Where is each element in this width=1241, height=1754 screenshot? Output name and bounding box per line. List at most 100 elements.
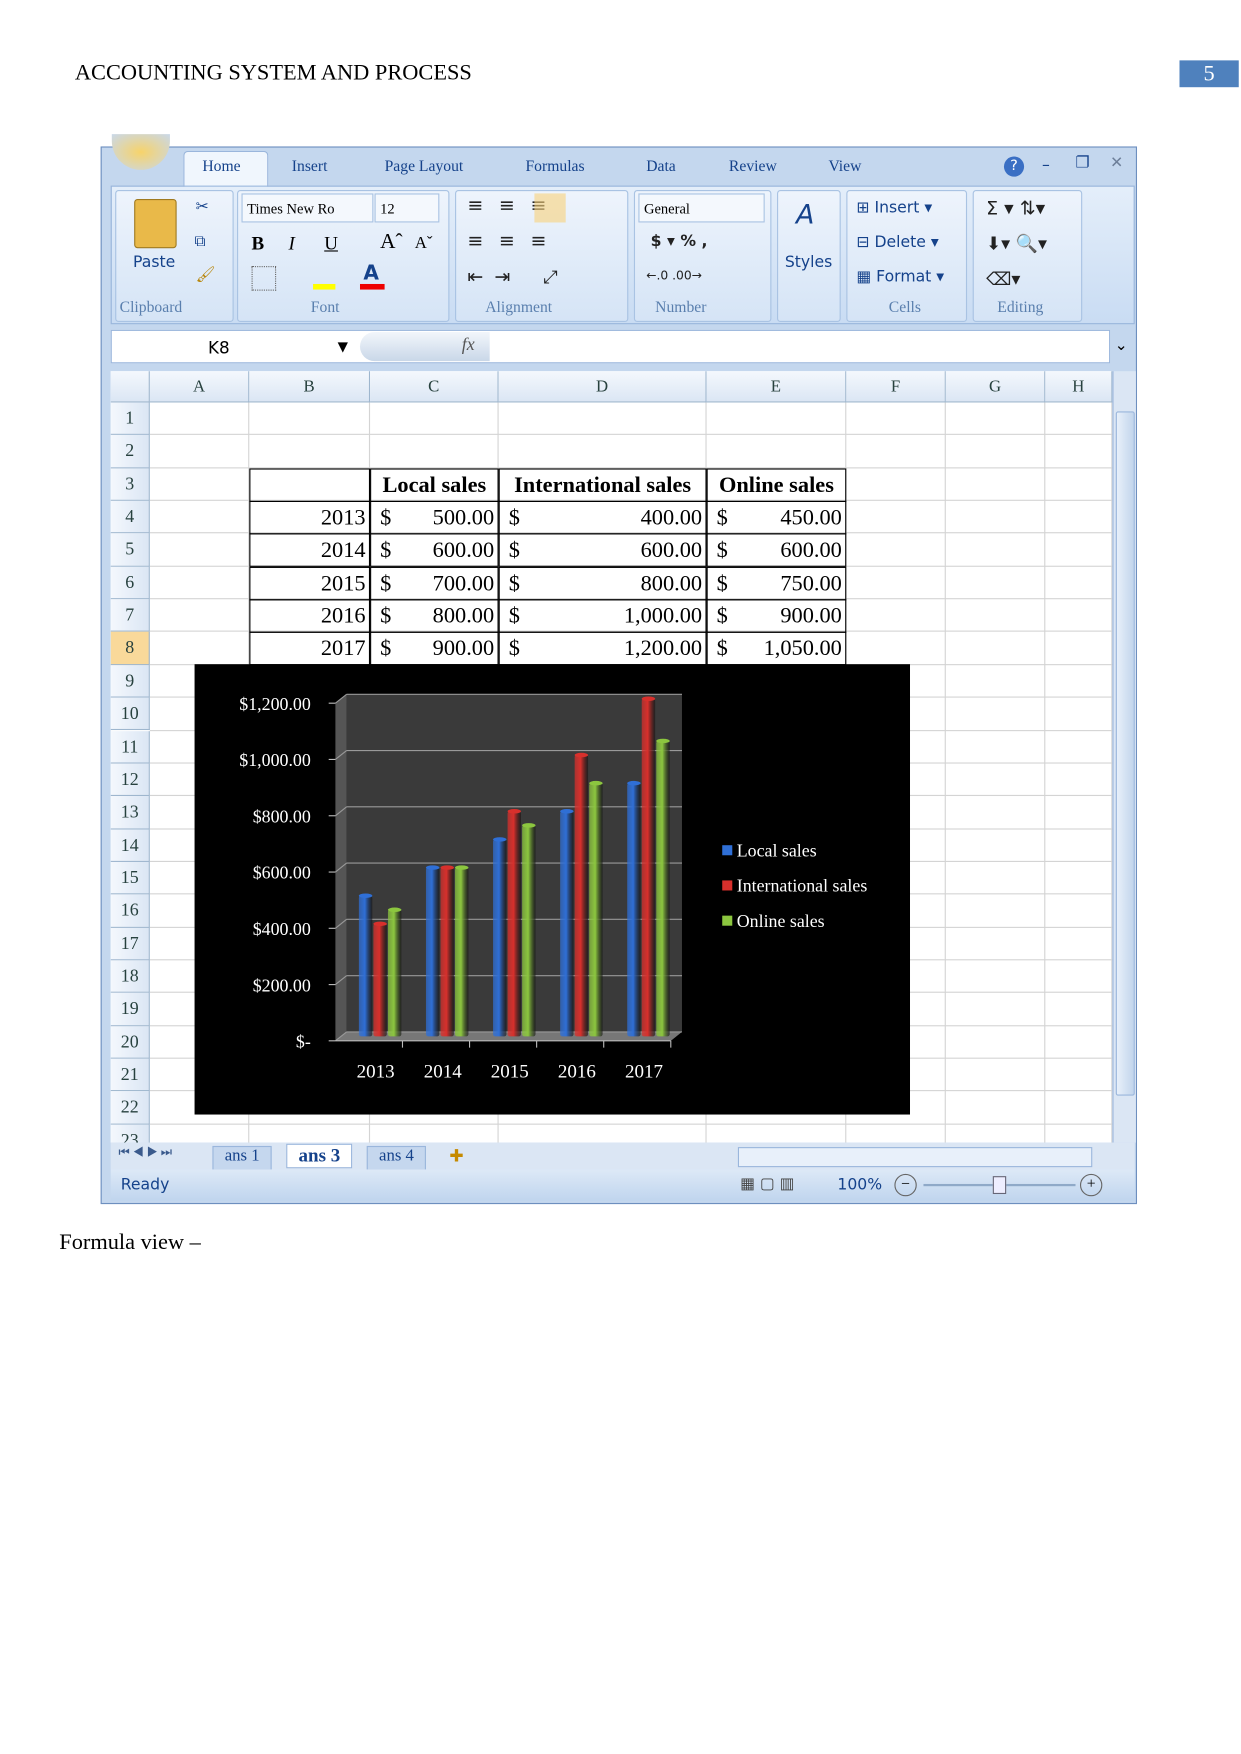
paste-icon[interactable]: [134, 199, 177, 249]
year-cell[interactable]: 2015: [249, 566, 371, 601]
row-header-3[interactable]: 3: [110, 468, 150, 501]
row-header-4[interactable]: 4: [110, 500, 150, 534]
restore-icon[interactable]: ❐: [1076, 154, 1090, 172]
number-format-select[interactable]: General: [638, 193, 765, 223]
row-header-7[interactable]: 7: [110, 599, 150, 633]
bold-button[interactable]: B: [252, 233, 265, 255]
row-header-22[interactable]: 22: [110, 1091, 150, 1125]
column-header-A[interactable]: A: [149, 371, 250, 403]
insert-function-button[interactable]: fx: [462, 335, 475, 355]
sales-cell[interactable]: $900.00: [370, 632, 499, 666]
column-header-F[interactable]: F: [846, 371, 946, 403]
row-header-16[interactable]: 16: [110, 894, 150, 928]
tab-review[interactable]: Review: [729, 159, 777, 177]
sales-cell[interactable]: $800.00: [370, 599, 499, 633]
orientation-icon[interactable]: ⤢: [543, 266, 557, 288]
row-header-13[interactable]: 13: [110, 796, 150, 830]
formula-input[interactable]: [492, 333, 1107, 360]
sales-cell[interactable]: $600.00: [370, 533, 499, 568]
font-name-select[interactable]: Times New Ro: [241, 193, 374, 223]
vertical-scrollbar[interactable]: [1112, 371, 1136, 1143]
sales-cell[interactable]: $1,050.00: [706, 632, 847, 666]
zoom-level[interactable]: 100%: [837, 1176, 882, 1194]
sales-cell[interactable]: $450.00: [706, 500, 847, 535]
sales-cell[interactable]: $600.00: [706, 533, 847, 568]
horizontal-scrollbar[interactable]: [737, 1147, 1093, 1168]
row-header-8[interactable]: 8: [110, 632, 150, 665]
format-painter-icon[interactable]: 🖌: [196, 266, 216, 284]
year-cell[interactable]: 2014: [249, 533, 371, 568]
copy-icon[interactable]: ⧉: [195, 233, 206, 251]
table-header[interactable]: Local sales: [370, 468, 499, 502]
styles-button[interactable]: Styles: [785, 254, 832, 272]
row-header-2[interactable]: 2: [110, 435, 150, 469]
sales-chart[interactable]: $- $200.00 $400.00 $600.00 $800.00 $1,000.00 $…: [194, 664, 911, 1115]
row-header-11[interactable]: 11: [110, 730, 150, 764]
styles-icon[interactable]: A: [796, 199, 814, 230]
column-header-H[interactable]: H: [1045, 371, 1113, 403]
sales-cell[interactable]: $400.00: [498, 500, 707, 535]
row-header-23[interactable]: 23: [110, 1124, 150, 1143]
font-color-icon[interactable]: A: [363, 262, 379, 285]
row-header-17[interactable]: 17: [110, 927, 150, 961]
sheet-tab-ans-3[interactable]: ans 3: [286, 1143, 353, 1169]
cut-icon[interactable]: ✂: [196, 198, 209, 216]
row-header-18[interactable]: 18: [110, 960, 150, 994]
zoom-slider[interactable]: − +: [894, 1173, 1106, 1197]
help-icon[interactable]: ?: [1003, 156, 1025, 177]
row-header-15[interactable]: 15: [110, 861, 150, 895]
sales-cell[interactable]: $1,000.00: [498, 599, 707, 633]
name-box-dropdown-icon[interactable]: ▼: [338, 339, 348, 355]
sales-cell[interactable]: $500.00: [370, 500, 499, 535]
borders-icon[interactable]: [251, 266, 277, 291]
format-cells-button[interactable]: ▦ Format ▾: [856, 268, 944, 286]
fill-color-icon[interactable]: [313, 283, 336, 290]
row-header-5[interactable]: 5: [110, 533, 150, 567]
font-size-select[interactable]: 12: [374, 193, 440, 223]
tab-data[interactable]: Data: [646, 159, 676, 177]
delete-cells-button[interactable]: ⊟ Delete ▾: [856, 234, 938, 252]
tab-formulas[interactable]: Formulas: [525, 159, 584, 177]
insert-sheet-icon[interactable]: ✚: [449, 1146, 463, 1168]
select-all-button[interactable]: [110, 371, 150, 403]
sales-cell[interactable]: $750.00: [706, 566, 847, 601]
horizontal-align-buttons[interactable]: ≡≡≡: [467, 230, 562, 252]
table-header[interactable]: International sales: [498, 468, 707, 502]
paste-button[interactable]: Paste: [133, 254, 175, 272]
underline-button[interactable]: U: [324, 233, 338, 255]
row-header-21[interactable]: 21: [110, 1058, 150, 1092]
sales-cell[interactable]: $1,200.00: [498, 632, 707, 666]
expand-formula-bar-icon[interactable]: ⌄: [1115, 337, 1128, 355]
column-header-E[interactable]: E: [706, 371, 847, 403]
sales-cell[interactable]: $700.00: [370, 566, 499, 601]
indent-buttons[interactable]: ⇤⇥: [467, 266, 521, 288]
column-header-D[interactable]: D: [498, 371, 707, 403]
year-cell[interactable]: 2017: [249, 632, 371, 666]
row-header-1[interactable]: 1: [110, 402, 150, 436]
view-buttons[interactable]: ▦ ▢ ▥: [740, 1175, 794, 1193]
grow-font-button[interactable]: Aˆ: [380, 230, 402, 255]
year-cell[interactable]: 2013: [249, 500, 371, 535]
clear-icon[interactable]: ⌫▾: [986, 268, 1020, 289]
row-header-12[interactable]: 12: [110, 763, 150, 797]
minimize-icon[interactable]: –: [1042, 157, 1050, 175]
shrink-font-button[interactable]: Aˇ: [415, 235, 433, 254]
column-header-G[interactable]: G: [945, 371, 1046, 403]
tab-home[interactable]: Home: [202, 159, 240, 177]
row-header-10[interactable]: 10: [110, 697, 150, 731]
italic-button[interactable]: I: [288, 233, 294, 255]
scroll-thumb[interactable]: [1115, 411, 1135, 1096]
decimal-buttons[interactable]: ←.0 .00→: [646, 268, 702, 283]
sheet-nav-buttons[interactable]: ⏮ ◀ ▶ ⏭: [119, 1146, 172, 1168]
fill-find-icons[interactable]: ⬇▾ 🔍▾: [986, 233, 1047, 254]
sheet-tab-ans-4[interactable]: ans 4: [366, 1145, 427, 1171]
insert-cells-button[interactable]: ⊞ Insert ▾: [856, 199, 932, 217]
row-header-6[interactable]: 6: [110, 566, 150, 600]
table-header[interactable]: Online sales: [706, 468, 847, 502]
row-header-19[interactable]: 19: [110, 993, 150, 1026]
column-header-B[interactable]: B: [249, 371, 371, 403]
align-bottom-active[interactable]: [534, 193, 566, 223]
autosum-icon[interactable]: Σ ▾ ⇅▾: [986, 198, 1045, 220]
sales-cell[interactable]: $800.00: [498, 566, 707, 601]
row-header-9[interactable]: 9: [110, 664, 150, 698]
